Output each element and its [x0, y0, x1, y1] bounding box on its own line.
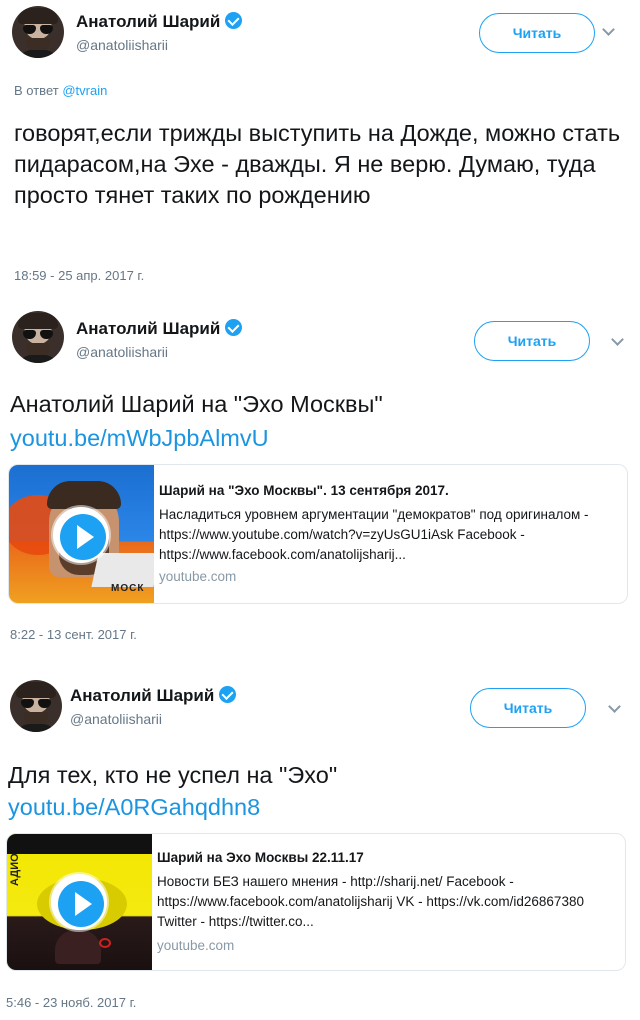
tweet-1: Анатолий Шарий @anatoliisharii Читать В … [0, 0, 640, 300]
link-card[interactable]: АДИО Шарий на Эхо Москвы 22.11.17 Новост… [6, 833, 626, 971]
follow-button[interactable]: Читать [479, 13, 595, 53]
card-description: Новости БЕЗ нашего мнения - http://shari… [157, 874, 584, 929]
tweet-text: Для тех, кто не успел на "Эхо" [8, 762, 338, 788]
chevron-down-icon[interactable] [611, 333, 624, 346]
author-name[interactable]: Анатолий Шарий [76, 12, 243, 32]
avatar[interactable] [12, 311, 64, 363]
author-handle[interactable]: @anatoliisharii [76, 344, 168, 360]
avatar[interactable] [12, 6, 64, 58]
play-icon[interactable] [51, 874, 107, 930]
card-domain: youtube.com [157, 938, 235, 953]
tweet-timestamp[interactable]: 5:46 - 23 нояб. 2017 г. [6, 995, 136, 1010]
tweet-2: Анатолий Шарий @anatoliisharii Читать Ан… [0, 305, 640, 655]
play-icon[interactable] [53, 507, 109, 563]
thumbnail-label: МОСК [111, 583, 145, 594]
verified-badge-icon [225, 12, 243, 29]
verified-badge-icon [225, 319, 243, 336]
tweet-text: Анатолий Шарий на "Эхо Москвы" [10, 391, 383, 417]
chevron-down-icon[interactable] [602, 23, 615, 36]
author-handle[interactable]: @anatoliisharii [76, 37, 168, 53]
author-name[interactable]: Анатолий Шарий [70, 686, 237, 706]
reply-context: В ответ @tvrain [14, 83, 108, 98]
tweet-3: Анатолий Шарий @anatoliisharii Читать Дл… [0, 672, 640, 1020]
reply-mention-link[interactable]: @tvrain [62, 83, 107, 98]
card-domain: youtube.com [159, 569, 237, 584]
avatar[interactable] [10, 680, 62, 732]
card-title: Шарий на Эхо Москвы 22.11.17 [157, 850, 364, 865]
video-link[interactable]: youtu.be/A0RGahqdhn8 [8, 794, 260, 821]
verified-badge-icon [219, 686, 237, 703]
video-link[interactable]: youtu.be/mWbJpbAlmvU [10, 425, 269, 452]
chevron-down-icon[interactable] [608, 700, 621, 713]
follow-button[interactable]: Читать [474, 321, 590, 361]
video-thumbnail[interactable]: АДИО [7, 834, 152, 970]
tweet-timestamp[interactable]: 18:59 - 25 апр. 2017 г. [14, 268, 144, 283]
thumbnail-label: АДИО [9, 853, 21, 886]
author-name[interactable]: Анатолий Шарий [76, 319, 243, 339]
link-card[interactable]: МОСК Шарий на "Эхо Москвы". 13 сентября … [8, 464, 628, 604]
author-handle[interactable]: @anatoliisharii [70, 711, 162, 727]
follow-button[interactable]: Читать [470, 688, 586, 728]
video-thumbnail[interactable]: МОСК [9, 465, 154, 603]
tweet-text: говорят,если трижды выступить на Дожде, … [14, 120, 621, 208]
tweet-timestamp[interactable]: 8:22 - 13 сент. 2017 г. [10, 627, 137, 642]
card-description: Насладиться уровнем аргументации "демокр… [159, 507, 589, 562]
card-title: Шарий на "Эхо Москвы". 13 сентября 2017. [159, 483, 449, 498]
